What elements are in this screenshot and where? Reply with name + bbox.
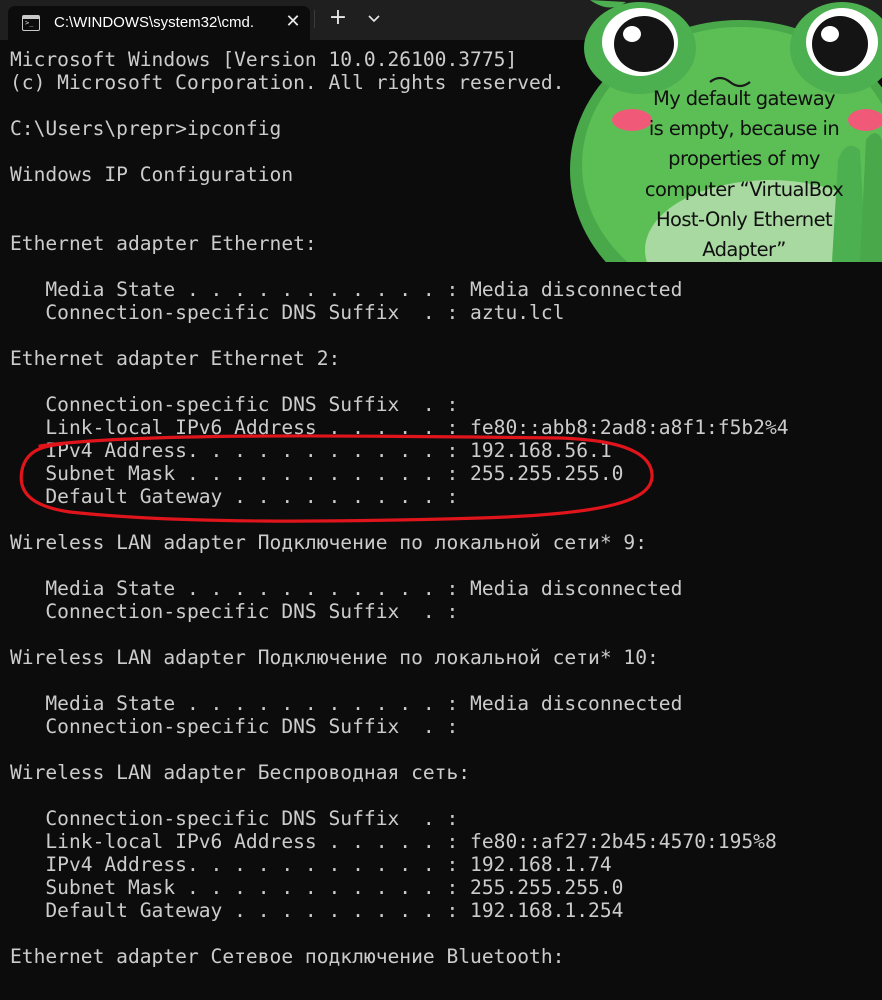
sticker-caption-line: Host-Only Ethernet	[655, 207, 833, 231]
sticker-caption-line: properties of my	[668, 147, 820, 171]
console-line: Windows IP Configuration	[10, 163, 294, 186]
tab-cmd[interactable]: >_ C:\WINDOWS\system32\cmd. ✕	[8, 6, 310, 40]
console-line: Link-local IPv6 Address . . . . . : fe80…	[10, 830, 777, 853]
console-line: IPv4 Address. . . . . . . . . . . : 192.…	[10, 439, 612, 462]
console-line: Connection-specific DNS Suffix . :	[10, 715, 459, 738]
console-line: Ethernet adapter Ethernet 2:	[10, 347, 341, 370]
sticker-caption-line: Adapter”	[702, 238, 786, 262]
console-line: Connection-specific DNS Suffix . :	[10, 600, 459, 623]
console-line: Media State . . . . . . . . . . . : Medi…	[10, 692, 683, 715]
sticker-caption-line: My default gateway	[653, 87, 836, 110]
console-line: Subnet Mask . . . . . . . . . . . : 255.…	[10, 876, 624, 899]
console-line: IPv4 Address. . . . . . . . . . . : 192.…	[10, 853, 612, 876]
console-line: Ethernet adapter Сетевое подключение Blu…	[10, 945, 565, 968]
tab-dropdown-button[interactable]	[364, 8, 384, 30]
console-line: Connection-specific DNS Suffix . : aztu.…	[10, 301, 565, 324]
terminal-icon: >_	[22, 15, 40, 31]
console-line: Microsoft Windows [Version 10.0.26100.37…	[10, 48, 518, 71]
console-line: Subnet Mask . . . . . . . . . . . : 255.…	[10, 462, 624, 485]
console-line: Ethernet adapter Ethernet:	[10, 232, 317, 255]
sticker-caption-line: computer “VirtualBox	[644, 177, 844, 201]
console-line: (c) Microsoft Corporation. All rights re…	[10, 71, 565, 94]
console-line: Default Gateway . . . . . . . . . : 192.…	[10, 899, 624, 922]
tab-divider	[314, 10, 315, 28]
console-line: Wireless LAN adapter Подключение по лока…	[10, 646, 659, 669]
console-line: Default Gateway . . . . . . . . . :	[10, 485, 459, 508]
close-tab-button[interactable]: ✕	[284, 13, 302, 31]
console-line: Media State . . . . . . . . . . . : Medi…	[10, 577, 683, 600]
console-line: Connection-specific DNS Suffix . :	[10, 393, 459, 416]
new-tab-button[interactable]: +	[327, 7, 349, 31]
console-line: Link-local IPv6 Address . . . . . : fe80…	[10, 416, 789, 439]
sticker-caption-line: is empty, because in	[648, 117, 840, 141]
console-line: Wireless LAN adapter Беспроводная сеть:	[10, 761, 471, 784]
console-line: C:\Users\prepr>ipconfig	[10, 117, 282, 140]
console-line: Media State . . . . . . . . . . . : Medi…	[10, 278, 683, 301]
frog-sticker: My default gateway is empty, because in pr…	[570, 0, 882, 262]
tab-title: C:\WINDOWS\system32\cmd.	[54, 14, 255, 31]
sticker-caption: My default gateway is empty, because in pr…	[626, 84, 862, 262]
console-line: Connection-specific DNS Suffix . :	[10, 807, 459, 830]
chevron-down-icon	[368, 15, 380, 23]
console-line: Wireless LAN adapter Подключение по лока…	[10, 531, 648, 554]
